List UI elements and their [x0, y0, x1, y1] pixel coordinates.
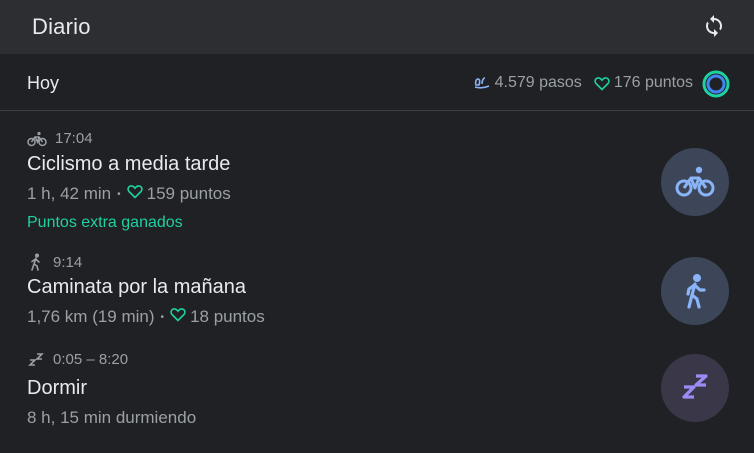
- entry-meta: 9:14: [27, 253, 82, 271]
- entry-points: 18 puntos: [190, 307, 265, 326]
- steps-icon: [473, 75, 491, 91]
- entry-points: 159 puntos: [146, 184, 231, 203]
- divider: [0, 110, 754, 111]
- entry-meta: 17:04: [27, 130, 93, 147]
- entry-time: 9:14: [53, 253, 83, 271]
- sleep-activity-button[interactable]: [661, 354, 729, 422]
- app-title: Diario: [32, 14, 91, 39]
- entry-title: Ciclismo a media tarde: [27, 153, 231, 175]
- sleep-icon: [27, 352, 45, 367]
- entry-title: Caminata por la mañana: [27, 276, 247, 298]
- bonus-points-label: Puntos extra ganados: [27, 214, 183, 231]
- entry-time: 0:05 – 8:20: [53, 351, 129, 368]
- walk-icon: [27, 253, 45, 271]
- walk-activity-button[interactable]: [661, 257, 729, 325]
- goal-ring-icon[interactable]: [702, 70, 730, 98]
- entry-time: 17:04: [55, 130, 93, 147]
- separator-dot: •: [160, 311, 165, 323]
- sync-icon[interactable]: [700, 12, 728, 40]
- bike-icon: [27, 131, 47, 147]
- entry-detail: 1,76 km (19 min) • 18 puntos: [27, 307, 265, 327]
- heart-points-icon: [170, 307, 186, 327]
- day-label: Hoy: [27, 73, 60, 93]
- entry-detail: 1 h, 42 min • 159 puntos: [27, 184, 231, 204]
- entry-detail: 8 h, 15 min durmiendo: [27, 408, 196, 428]
- entry-title: Dormir: [27, 377, 87, 399]
- separator-dot: •: [117, 188, 121, 200]
- points-count: 176 puntos: [613, 74, 693, 91]
- entry-meta: 0:05 – 8:20: [27, 351, 128, 368]
- summary-stats: 4.579 pasos 176 puntos: [473, 74, 693, 92]
- heart-points-icon: [126, 184, 143, 204]
- bike-activity-button[interactable]: [661, 148, 729, 216]
- heart-points-icon: [594, 76, 610, 91]
- steps-count: 4.579 pasos: [494, 74, 582, 91]
- entry-duration: 1 h, 42 min: [27, 184, 112, 203]
- entry-duration: 1,76 km (19 min): [27, 307, 155, 326]
- app-bar: Diario: [0, 0, 754, 54]
- entry-duration: 8 h, 15 min durmiendo: [27, 408, 197, 427]
